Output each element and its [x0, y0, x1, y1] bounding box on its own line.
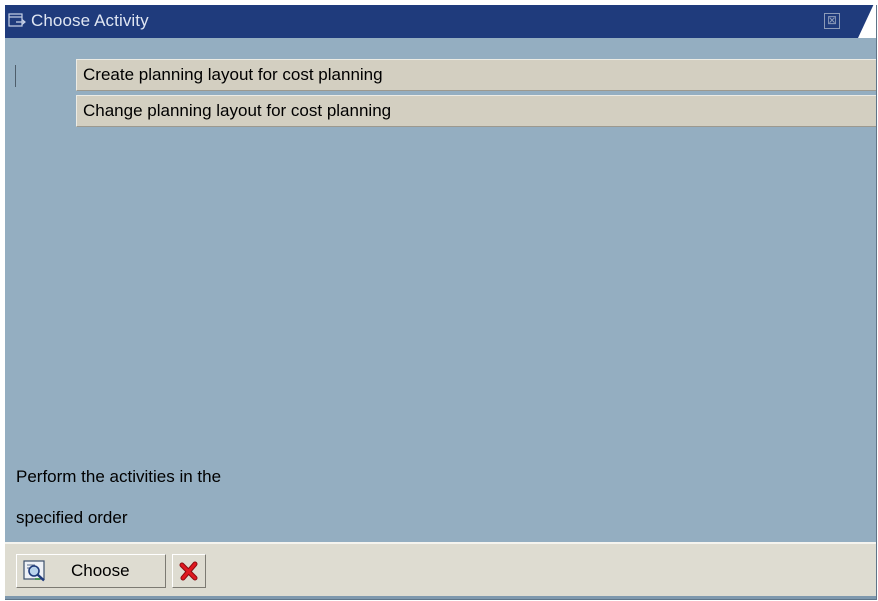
choose-button[interactable]: Choose	[16, 554, 166, 588]
hint-line-1: Perform the activities in the	[16, 467, 222, 486]
dialog-title: Choose Activity	[31, 11, 149, 30]
dialog-titlebar: Choose Activity ⊠	[5, 5, 876, 38]
dialog-window-icon	[8, 13, 26, 27]
activity-item-change[interactable]: Change planning layout for cost planning	[76, 95, 876, 127]
hint-text: Perform the activities in the specified …	[16, 456, 346, 538]
choose-magnifier-icon	[23, 560, 45, 582]
cancel-button[interactable]	[172, 554, 206, 588]
activity-item-create[interactable]: Create planning layout for cost planning	[76, 59, 876, 91]
choose-button-label: Choose	[71, 561, 130, 580]
activity-list: Create planning layout for cost planning…	[76, 59, 876, 131]
red-x-cancel-icon	[179, 561, 198, 581]
choose-activity-dialog: Choose Activity ⊠ Create planning layout…	[5, 5, 877, 600]
dialog-toolbar: Choose	[5, 542, 876, 599]
hint-line-2: specified order	[16, 508, 128, 527]
text-cursor	[15, 65, 16, 87]
close-icon[interactable]: ⊠	[824, 13, 840, 29]
